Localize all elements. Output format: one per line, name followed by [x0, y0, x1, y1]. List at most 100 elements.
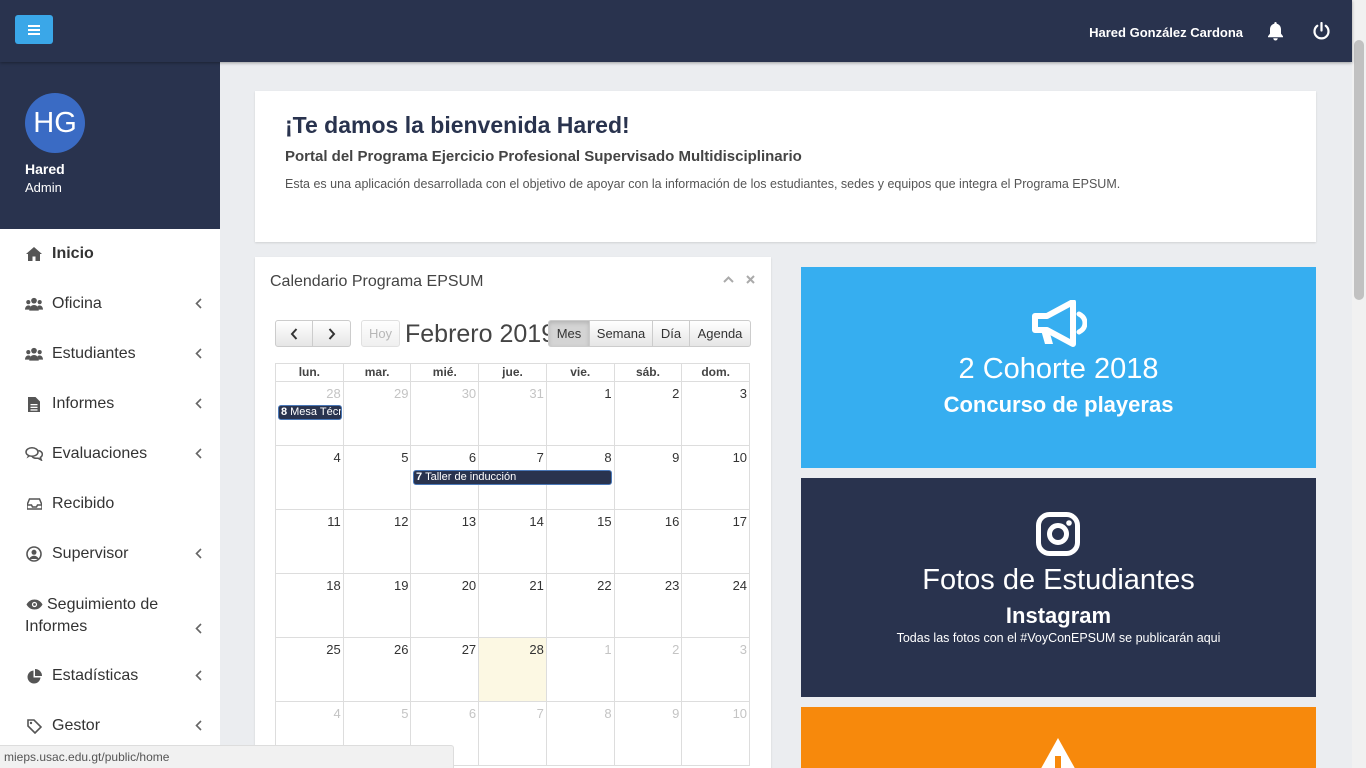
chevron-left-icon [195, 298, 202, 309]
calendar-day[interactable]: 2 [613, 382, 682, 445]
dow-label: sáb. [613, 364, 682, 381]
chevron-right-icon [328, 327, 335, 340]
calendar-day[interactable]: 16 [613, 510, 682, 573]
calendar-day[interactable]: 26 [342, 638, 411, 701]
calendar-day[interactable]: 3 [681, 382, 749, 445]
sidebar-item-inicio[interactable]: Inicio [0, 229, 220, 279]
calendar-day[interactable]: 10 [681, 446, 749, 509]
calendar-day[interactable]: 9 [613, 446, 682, 509]
sidebar-item-label: Informes [52, 395, 115, 412]
view-month-button[interactable]: Mes [548, 320, 590, 347]
calendar-day[interactable]: 3 [681, 638, 749, 701]
calendar-day[interactable]: 4 [276, 446, 343, 509]
megaphone-icon [1032, 300, 1087, 347]
sidebar-item-gestor[interactable]: Gestor [0, 701, 220, 751]
calendar-day[interactable]: 14 [478, 510, 546, 573]
calendar-day[interactable]: 31 [478, 382, 546, 445]
collapse-icon[interactable] [723, 276, 734, 283]
welcome-title: ¡Te damos la bienvenida Hared! [285, 112, 630, 138]
chevron-left-icon [195, 623, 202, 634]
notifications-button[interactable] [1267, 22, 1284, 46]
sidebar-item-estadisticas[interactable]: Estadísticas [0, 651, 220, 701]
calendar-day[interactable]: 10 [681, 702, 749, 765]
sidebar-item-informes[interactable]: Informes [0, 379, 220, 429]
calendar-week: 11 12 13 14 15 16 17 [275, 510, 750, 574]
calendar-day[interactable]: 22 [545, 574, 614, 637]
sidebar-item-estudiantes[interactable]: Estudiantes [0, 329, 220, 379]
calendar-day[interactable]: 12 [342, 510, 411, 573]
logout-button[interactable] [1313, 21, 1330, 45]
calendar-day[interactable]: 23 [613, 574, 682, 637]
warning-icon [1041, 738, 1075, 768]
welcome-text: Esta es una aplicación desarrollada con … [285, 177, 1121, 191]
event-title: Taller de inducción [425, 471, 517, 483]
calendar-day[interactable]: 18 [276, 574, 343, 637]
view-day-button[interactable]: Día [653, 320, 690, 347]
calendar-month-title: Febrero 2019 [405, 320, 556, 348]
calendar-event[interactable]: 8Mesa Técnica [278, 405, 342, 420]
scrollbar-thumb[interactable] [1354, 40, 1364, 300]
calendar-view-group: Mes Semana Día Agenda [548, 320, 751, 347]
calendar-day[interactable]: 7 [478, 702, 546, 765]
page-scrollbar[interactable] [1352, 0, 1366, 768]
calendar-day[interactable]: 19 [342, 574, 411, 637]
next-month-button[interactable] [313, 320, 351, 347]
panel-tools [723, 275, 755, 284]
avatar[interactable]: HG [25, 93, 85, 153]
calendar-day[interactable]: 29 [342, 382, 411, 445]
sidebar-item-label: Recibido [52, 495, 115, 512]
instagram-card-title: Fotos de Estudiantes [922, 564, 1195, 596]
event-time: 7 [416, 471, 423, 483]
sidebar-item-recibido[interactable]: Recibido [0, 479, 220, 529]
calendar-day[interactable]: 1 [545, 638, 614, 701]
view-agenda-button[interactable]: Agenda [690, 320, 751, 347]
sidebar-item-oficina[interactable]: Oficina [0, 279, 220, 329]
calendar-day[interactable]: 8 [545, 702, 614, 765]
calendar-day[interactable]: 15 [545, 510, 614, 573]
sidebar-item-evaluaciones[interactable]: Evaluaciones [0, 429, 220, 479]
calendar-day[interactable]: 17 [681, 510, 749, 573]
today-button[interactable]: Hoy [361, 320, 400, 347]
prev-month-button[interactable] [275, 320, 313, 347]
inbox-icon [25, 498, 43, 510]
alert-card[interactable] [801, 707, 1316, 768]
instagram-card[interactable]: Fotos de Estudiantes Instagram Todas las… [801, 478, 1316, 697]
calendar-nav-group [275, 320, 351, 347]
hamburger-icon [28, 24, 40, 35]
calendar-day[interactable]: 21 [478, 574, 546, 637]
calendar-day[interactable]: 1 [545, 382, 614, 445]
view-week-button[interactable]: Semana [590, 320, 653, 347]
sidebar-item-supervisor[interactable]: Supervisor [0, 529, 220, 579]
users-icon [25, 297, 43, 311]
eye-icon [25, 599, 43, 610]
users-icon [25, 347, 43, 361]
menu-toggle-button[interactable] [15, 15, 53, 44]
home-icon [25, 247, 43, 261]
instagram-icon [1036, 512, 1080, 556]
calendar-day[interactable]: 13 [410, 510, 478, 573]
calendar-panel-title: Calendario Programa EPSUM [270, 273, 484, 290]
sidebar-item-seguimiento-de-informes[interactable]: Seguimiento de Informes [0, 584, 220, 648]
calendar-day-today[interactable]: 28 [478, 638, 546, 701]
cohorte-card[interactable]: 2 Cohorte 2018 Concurso de playeras [801, 267, 1316, 468]
close-icon[interactable] [746, 275, 755, 284]
calendar-day[interactable]: 30 [410, 382, 478, 445]
sidebar-item-label: Seguimiento de Informes [25, 596, 159, 635]
dow-label: jue. [478, 364, 546, 381]
calendar-day[interactable]: 27 [410, 638, 478, 701]
user-name-link[interactable]: Hared González Cardona [1089, 25, 1243, 40]
calendar-day[interactable]: 2 [613, 638, 682, 701]
calendar-day[interactable]: 20 [410, 574, 478, 637]
cohorte-card-subtitle: Concurso de playeras [943, 392, 1174, 417]
calendar-day[interactable]: 25 [276, 638, 343, 701]
calendar-day[interactable]: 24 [681, 574, 749, 637]
chevron-left-icon [195, 348, 202, 359]
calendar-day[interactable]: 11 [276, 510, 343, 573]
calendar-day[interactable]: 5 [342, 446, 411, 509]
today-group: Hoy [361, 320, 400, 347]
calendar-event[interactable]: 7 Taller de inducción [413, 470, 612, 485]
user-circle-icon [25, 546, 43, 562]
sidebar-item-label: Estadísticas [52, 667, 139, 684]
calendar-day[interactable]: 9 [613, 702, 682, 765]
power-icon [1313, 21, 1330, 40]
